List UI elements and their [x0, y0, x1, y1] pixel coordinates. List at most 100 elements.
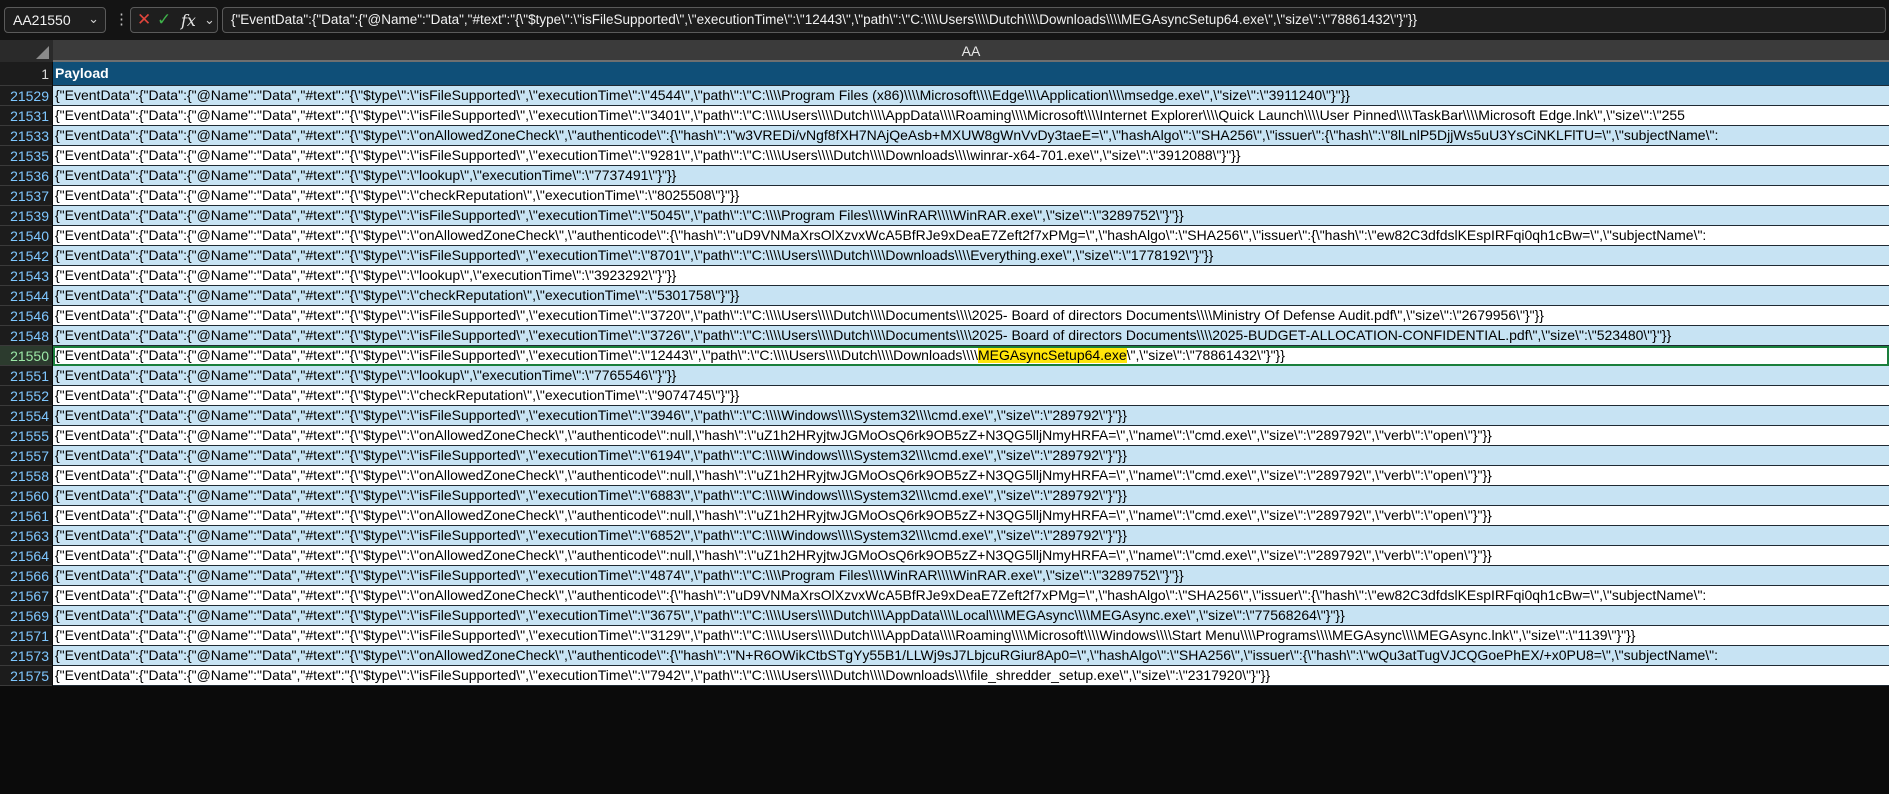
table-row: 21537 {"EventData":{"Data":{"@Name":"Data… — [0, 186, 1889, 206]
formula-actions: ✕ ✓ fx ⌄ — [130, 7, 218, 33]
table-row: 21552 {"EventData":{"Data":{"@Name":"Data… — [0, 386, 1889, 406]
table-row: 21557 {"EventData":{"Data":{"@Name":"Data… — [0, 446, 1889, 466]
row-number[interactable]: 21550 — [0, 346, 52, 366]
payload-cell[interactable]: {"EventData":{"Data":{"@Name":"Data","#t… — [53, 626, 1889, 646]
search-highlight: MEGAsyncSetup64.exe — [978, 347, 1127, 363]
row-number[interactable]: 21551 — [0, 366, 52, 386]
column-header-aa[interactable]: AA — [53, 40, 1889, 62]
chevron-down-icon[interactable]: ⌄ — [88, 11, 99, 27]
row-number[interactable]: 21533 — [0, 126, 52, 146]
payload-header-cell[interactable]: Payload — [53, 62, 1889, 86]
payload-cell[interactable]: {"EventData":{"Data":{"@Name":"Data","#t… — [53, 446, 1889, 466]
row-number[interactable]: 21543 — [0, 266, 52, 286]
payload-cell[interactable]: {"EventData":{"Data":{"@Name":"Data","#t… — [53, 666, 1889, 686]
table-row: 21573 {"EventData":{"Data":{"@Name":"Data… — [0, 646, 1889, 666]
payload-cell[interactable]: {"EventData":{"Data":{"@Name":"Data","#t… — [53, 326, 1889, 346]
header-row: 1 Payload — [0, 62, 1889, 86]
payload-cell[interactable]: {"EventData":{"Data":{"@Name":"Data","#t… — [53, 546, 1889, 566]
row-number[interactable]: 21544 — [0, 286, 52, 306]
payload-cell[interactable]: {"EventData":{"Data":{"@Name":"Data","#t… — [53, 586, 1889, 606]
cell-text: \",\"size\":\"78861432\"}"}} — [1126, 347, 1285, 363]
name-box[interactable]: AA21550 ⌄ — [4, 7, 106, 33]
row-number[interactable]: 21531 — [0, 106, 52, 126]
table-row: 21539 {"EventData":{"Data":{"@Name":"Data… — [0, 206, 1889, 226]
table-row: 21543 {"EventData":{"Data":{"@Name":"Data… — [0, 266, 1889, 286]
row-number[interactable]: 21540 — [0, 226, 52, 246]
payload-cell[interactable]: {"EventData":{"Data":{"@Name":"Data","#t… — [53, 226, 1889, 246]
row-number[interactable]: 21542 — [0, 246, 52, 266]
row-number[interactable]: 21535 — [0, 146, 52, 166]
table-row: 21554 {"EventData":{"Data":{"@Name":"Data… — [0, 406, 1889, 426]
table-row: 21535 {"EventData":{"Data":{"@Name":"Data… — [0, 146, 1889, 166]
row-number[interactable]: 21537 — [0, 186, 52, 206]
select-all-corner[interactable] — [0, 40, 52, 62]
payload-cell[interactable]: {"EventData":{"Data":{"@Name":"Data","#t… — [53, 246, 1889, 266]
more-options-icon[interactable]: ⋮ — [114, 10, 129, 28]
row-number[interactable]: 21563 — [0, 526, 52, 546]
row-number[interactable]: 1 — [0, 62, 52, 86]
row-number[interactable]: 21573 — [0, 646, 52, 666]
enter-check-icon[interactable]: ✓ — [157, 10, 171, 30]
row-number[interactable]: 21552 — [0, 386, 52, 406]
payload-cell[interactable]: {"EventData":{"Data":{"@Name":"Data","#t… — [53, 166, 1889, 186]
row-number[interactable]: 21555 — [0, 426, 52, 446]
table-row: 21531 {"EventData":{"Data":{"@Name":"Data… — [0, 106, 1889, 126]
payload-cell[interactable]: {"EventData":{"Data":{"@Name":"Data","#t… — [53, 486, 1889, 506]
payload-cell[interactable]: {"EventData":{"Data":{"@Name":"Data","#t… — [53, 306, 1889, 326]
cancel-icon[interactable]: ✕ — [137, 10, 151, 30]
name-box-value: AA21550 — [13, 12, 71, 28]
payload-cell[interactable]: {"EventData":{"Data":{"@Name":"Data","#t… — [53, 206, 1889, 226]
table-row: 21569 {"EventData":{"Data":{"@Name":"Data… — [0, 606, 1889, 626]
payload-cell[interactable]: {"EventData":{"Data":{"@Name":"Data","#t… — [53, 366, 1889, 386]
table-row: 21566 {"EventData":{"Data":{"@Name":"Data… — [0, 566, 1889, 586]
payload-cell[interactable]: {"EventData":{"Data":{"@Name":"Data","#t… — [53, 286, 1889, 306]
payload-cell[interactable]: {"EventData":{"Data":{"@Name":"Data","#t… — [53, 126, 1889, 146]
payload-cell[interactable]: {"EventData":{"Data":{"@Name":"Data","#t… — [53, 106, 1889, 126]
payload-cell[interactable]: {"EventData":{"Data":{"@Name":"Data","#t… — [53, 606, 1889, 626]
table-row: 21533 {"EventData":{"Data":{"@Name":"Data… — [0, 126, 1889, 146]
row-number[interactable]: 21569 — [0, 606, 52, 626]
cell-text: {"EventData":{"Data":{"@Name":"Data","#t… — [55, 347, 978, 363]
row-number[interactable]: 21564 — [0, 546, 52, 566]
row-number[interactable]: 21529 — [0, 86, 52, 106]
payload-cell[interactable]: {"EventData":{"Data":{"@Name":"Data","#t… — [53, 506, 1889, 526]
formula-bar: AA21550 ⌄ ⋮ ✕ ✓ fx ⌄ {"EventData":{"Data… — [0, 0, 1889, 40]
row-number[interactable]: 21566 — [0, 566, 52, 586]
table-row: 21563 {"EventData":{"Data":{"@Name":"Data… — [0, 526, 1889, 546]
row-number[interactable]: 21575 — [0, 666, 52, 686]
table-row: 21540 {"EventData":{"Data":{"@Name":"Data… — [0, 226, 1889, 246]
payload-cell[interactable]: {"EventData":{"Data":{"@Name":"Data","#t… — [53, 646, 1889, 666]
payload-cell[interactable]: {"EventData":{"Data":{"@Name":"Data","#t… — [53, 526, 1889, 546]
payload-cell[interactable]: {"EventData":{"Data":{"@Name":"Data","#t… — [53, 406, 1889, 426]
row-number[interactable]: 21554 — [0, 406, 52, 426]
payload-cell[interactable]: {"EventData":{"Data":{"@Name":"Data","#t… — [53, 86, 1889, 106]
payload-cell[interactable]: {"EventData":{"Data":{"@Name":"Data","#t… — [53, 146, 1889, 166]
payload-cell[interactable]: {"EventData":{"Data":{"@Name":"Data","#t… — [53, 466, 1889, 486]
row-number[interactable]: 21560 — [0, 486, 52, 506]
payload-cell[interactable]: {"EventData":{"Data":{"@Name":"Data","#t… — [53, 426, 1889, 446]
row-number[interactable]: 21548 — [0, 326, 52, 346]
formula-input[interactable]: {"EventData":{"Data":{"@Name":"Data","#t… — [222, 7, 1886, 33]
row-number[interactable]: 21557 — [0, 446, 52, 466]
row-number[interactable]: 21571 — [0, 626, 52, 646]
row-number[interactable]: 21561 — [0, 506, 52, 526]
chevron-down-icon[interactable]: ⌄ — [204, 12, 215, 28]
insert-function-icon[interactable]: fx — [181, 11, 196, 30]
row-number[interactable]: 21567 — [0, 586, 52, 606]
row-number[interactable]: 21539 — [0, 206, 52, 226]
table-row: 21529 {"EventData":{"Data":{"@Name":"Data… — [0, 86, 1889, 106]
row-number[interactable]: 21536 — [0, 166, 52, 186]
table-row: 21555 {"EventData":{"Data":{"@Name":"Data… — [0, 426, 1889, 446]
select-all-icon[interactable] — [36, 46, 49, 59]
table-row: 21536 {"EventData":{"Data":{"@Name":"Data… — [0, 166, 1889, 186]
payload-cell[interactable]: {"EventData":{"Data":{"@Name":"Data","#t… — [53, 386, 1889, 406]
payload-cell[interactable]: {"EventData":{"Data":{"@Name":"Data","#t… — [53, 566, 1889, 586]
payload-cell[interactable]: {"EventData":{"Data":{"@Name":"Data","#t… — [53, 266, 1889, 286]
table-row: 21575 {"EventData":{"Data":{"@Name":"Data… — [0, 666, 1889, 686]
table-row: 21558 {"EventData":{"Data":{"@Name":"Data… — [0, 466, 1889, 486]
row-number[interactable]: 21546 — [0, 306, 52, 326]
row-number[interactable]: 21558 — [0, 466, 52, 486]
table-row: 21564 {"EventData":{"Data":{"@Name":"Data… — [0, 546, 1889, 566]
payload-cell[interactable]: {"EventData":{"Data":{"@Name":"Data","#t… — [53, 186, 1889, 206]
active-payload-cell[interactable]: {"EventData":{"Data":{"@Name":"Data","#t… — [53, 346, 1889, 366]
